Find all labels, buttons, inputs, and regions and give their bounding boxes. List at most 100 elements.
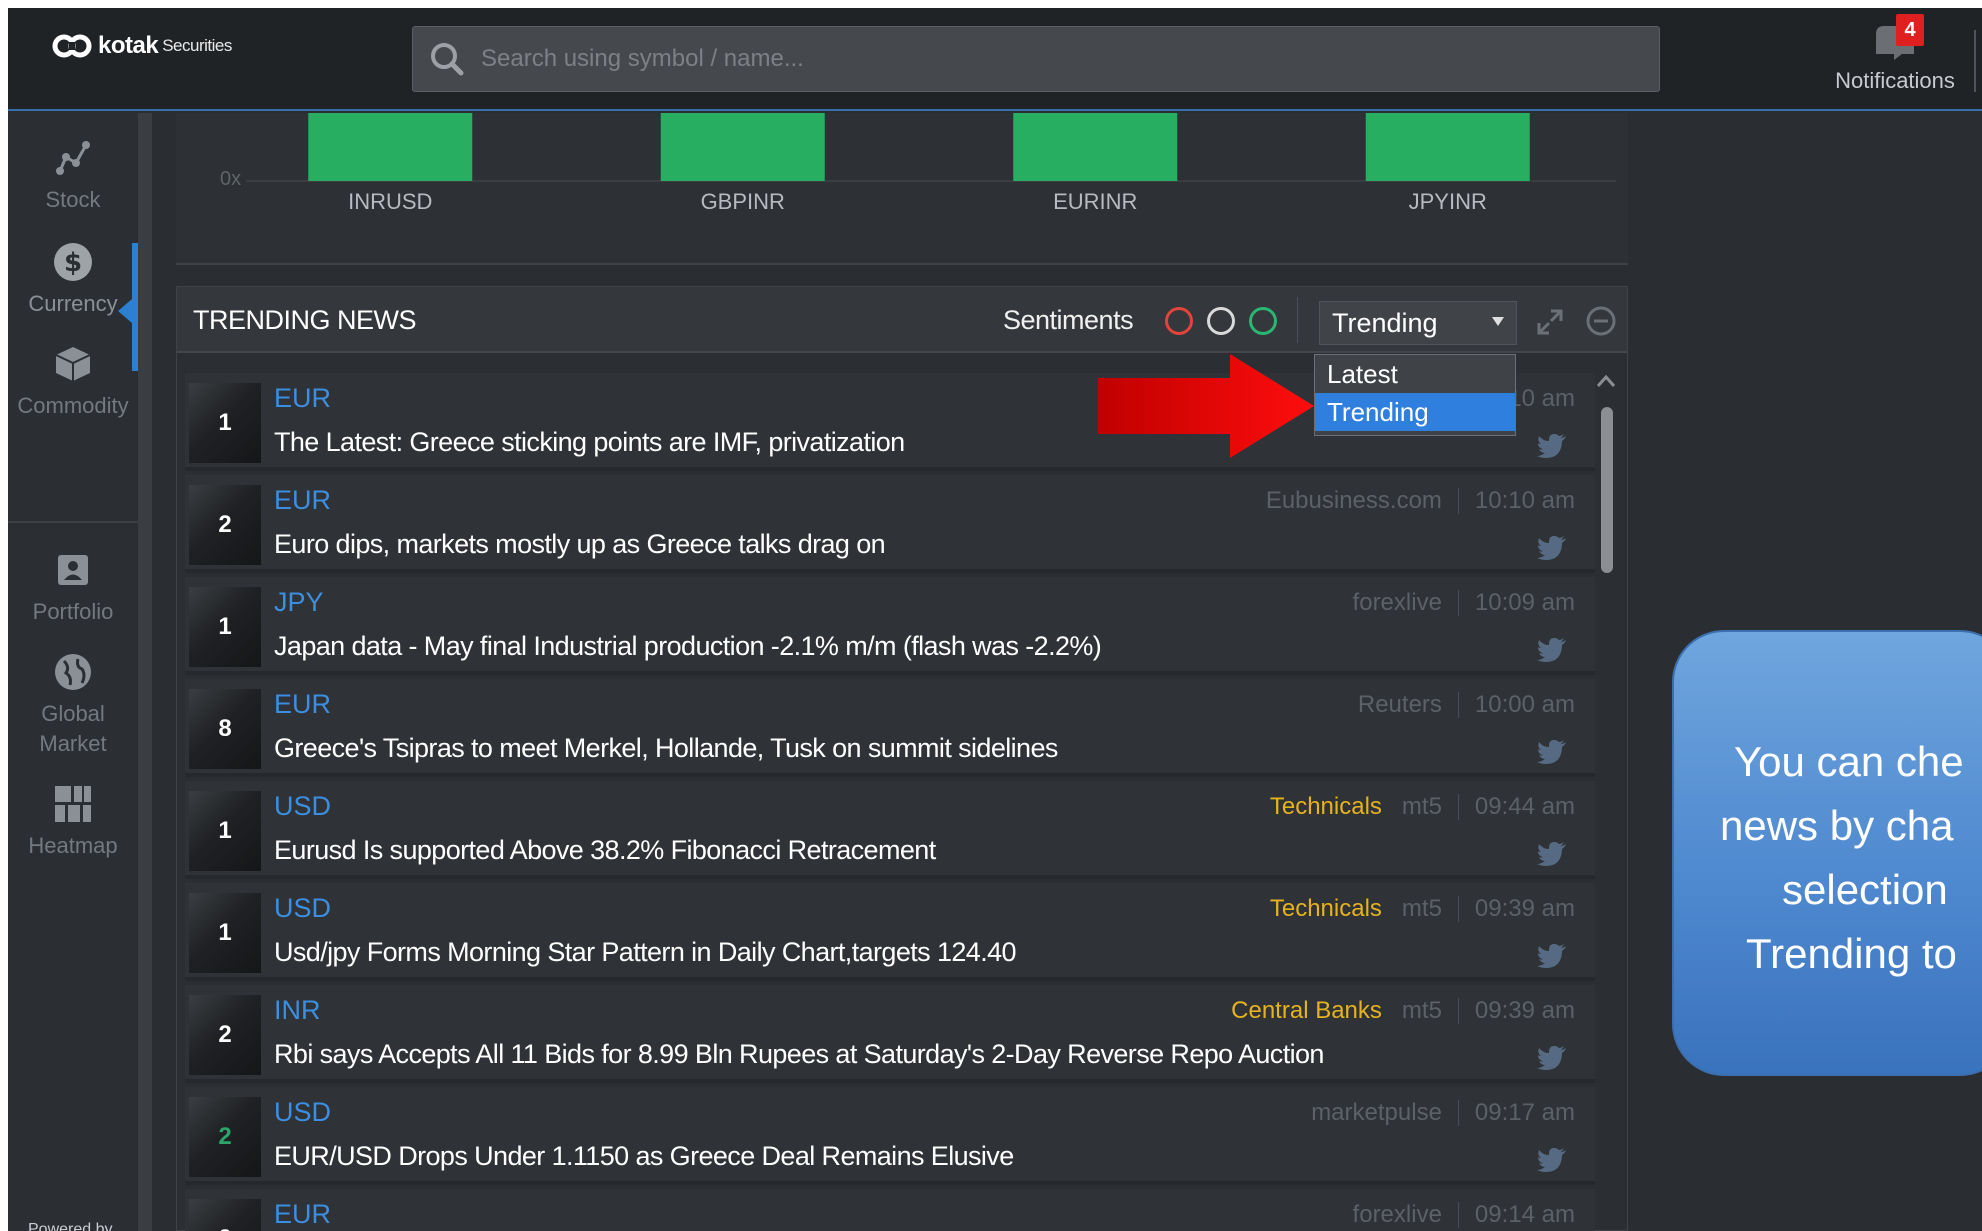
news-time: 09:39 am: [1474, 895, 1575, 922]
sentiment-positive-toggle[interactable]: [1249, 307, 1277, 335]
twitter-icon[interactable]: [1537, 433, 1567, 459]
news-rank-badge: 2: [189, 485, 261, 565]
twitter-icon[interactable]: [1537, 535, 1567, 561]
chart-bar-jpyinr[interactable]: [1365, 113, 1530, 181]
sidebar-item-commodity[interactable]: Commodity: [8, 343, 138, 421]
callout-line: selection: [1782, 866, 1948, 913]
news-source: forexlive: [1352, 1201, 1442, 1228]
news-currency-link[interactable]: JPY: [274, 587, 324, 618]
news-meta: marketpulse 09:17 am: [1311, 1099, 1575, 1127]
notifications-label: Notifications: [1835, 68, 1955, 93]
meta-divider: [1457, 794, 1459, 820]
twitter-icon[interactable]: [1537, 1147, 1567, 1173]
news-headline[interactable]: Usd/jpy Forms Morning Star Pattern in Da…: [274, 937, 1017, 968]
search-input[interactable]: [481, 45, 1659, 73]
callout-line: You can che: [1734, 738, 1964, 785]
twitter-icon[interactable]: [1537, 841, 1567, 867]
sentiments-label: Sentiments: [1003, 305, 1134, 335]
chart-bar-inrusd[interactable]: [308, 113, 473, 181]
scroll-up-icon[interactable]: [1595, 373, 1617, 389]
minimize-icon[interactable]: [1585, 305, 1617, 337]
news-headline[interactable]: EUR/USD Drops Under 1.1150 as Greece Dea…: [274, 1141, 1014, 1172]
news-currency-link[interactable]: INR: [274, 995, 321, 1026]
sentiment-negative-toggle[interactable]: [1165, 307, 1193, 335]
red-arrow-annotation-icon: [1098, 354, 1314, 458]
sidebar-item-portfolio[interactable]: Portfolio: [8, 549, 138, 627]
news-currency-link[interactable]: EUR: [274, 689, 331, 720]
brand-logo[interactable]: kotak Securities: [52, 32, 232, 60]
sidebar-item-stock[interactable]: Stock: [8, 137, 138, 215]
news-rank-badge: 1: [189, 587, 261, 667]
notification-bell-icon: 4: [1872, 14, 1924, 62]
globe-icon: [55, 654, 91, 690]
news-filter-dropdown: Latest Trending: [1314, 354, 1516, 436]
news-currency-link[interactable]: USD: [274, 1097, 331, 1128]
brand-name: kotak: [98, 32, 159, 59]
news-headline[interactable]: The Latest: Greece sticking points are I…: [274, 427, 905, 458]
news-headline[interactable]: Japan data - May final Industrial produc…: [274, 631, 1102, 662]
sentiment-neutral-toggle[interactable]: [1207, 307, 1235, 335]
twitter-icon[interactable]: [1537, 1045, 1567, 1071]
twitter-icon[interactable]: [1537, 739, 1567, 765]
notifications-button[interactable]: 4 Notifications: [1810, 14, 1980, 106]
news-meta: Reuters 10:00 am: [1358, 691, 1575, 719]
news-headline[interactable]: Euro dips, markets mostly up as Greece t…: [274, 529, 886, 560]
filter-option-latest[interactable]: Latest: [1315, 355, 1515, 393]
news-currency-link[interactable]: USD: [274, 791, 331, 822]
search-icon[interactable]: [425, 37, 469, 81]
news-currency-link[interactable]: USD: [274, 893, 331, 924]
news-category-tag: Central Banks: [1231, 997, 1382, 1024]
news-header: TRENDING NEWS Sentiments Trending: [177, 287, 1627, 353]
news-item[interactable]: 1 USD Usd/jpy Forms Morning Star Pattern i…: [185, 883, 1595, 981]
news-headline[interactable]: Greece's Tsipras to meet Merkel, Holland…: [274, 733, 1058, 764]
news-currency-link[interactable]: EUR: [274, 383, 331, 414]
news-item[interactable]: 1 JPY Japan data - May final Industrial pr…: [185, 577, 1595, 675]
news-item[interactable]: 2 USD EUR/USD Drops Under 1.1150 as Greece…: [185, 1087, 1595, 1185]
news-headline[interactable]: Eurusd Is supported Above 38.2% Fibonacc…: [274, 835, 936, 866]
sidebar: Stock $ Currency Commodity Portfolio Glo…: [8, 113, 138, 1231]
news-source: Reuters: [1357, 691, 1442, 718]
sidebar-item-label: Commodity: [17, 393, 129, 418]
news-headline[interactable]: Rbi says Accepts All 11 Bids for 8.99 Bl…: [274, 1039, 1324, 1070]
kotak-logo-icon: [52, 34, 92, 58]
y-axis-tick-label: 0x: [220, 168, 241, 190]
news-time: 09:39 am: [1474, 997, 1575, 1024]
news-item[interactable]: 8 EUR Greece's Tsipras to meet Merkel, Hol…: [185, 679, 1595, 777]
sidebar-item-label: Currency: [28, 291, 118, 316]
powered-by-label: Powered by: [28, 1221, 113, 1231]
sidebar-item-global-market[interactable]: Global Market: [8, 651, 138, 759]
twitter-icon[interactable]: [1537, 637, 1567, 663]
meta-divider: [1457, 488, 1459, 514]
news-item[interactable]: 2 INR Rbi says Accepts All 11 Bids for 8.9…: [185, 985, 1595, 1083]
news-filter-select[interactable]: Trending: [1319, 301, 1517, 345]
meta-divider: [1457, 692, 1459, 718]
news-filter-value: Trending: [1332, 308, 1438, 338]
news-category-tag: Technicals: [1269, 793, 1382, 820]
callout-line: Trending to: [1746, 930, 1957, 977]
chevron-down-icon: [1492, 317, 1504, 326]
scrollbar-thumb[interactable]: [1601, 407, 1613, 573]
news-time: 09:17 am: [1474, 1099, 1575, 1126]
chart-bar-gbpinr[interactable]: [660, 113, 825, 181]
news-source: mt5: [1401, 997, 1442, 1024]
news-rank-badge: 1: [189, 383, 261, 463]
notification-count-badge: 4: [1896, 14, 1924, 46]
news-meta: Technicals mt5 09:44 am: [1270, 793, 1575, 821]
news-item[interactable]: 2 EUR forexlive 09:14 am: [185, 1189, 1595, 1231]
news-source: mt5: [1401, 895, 1442, 922]
news-rank-badge: 1: [189, 791, 261, 871]
news-currency-link[interactable]: EUR: [274, 485, 331, 516]
sidebar-item-label: Global: [41, 701, 105, 726]
news-item[interactable]: 1 USD Eurusd Is supported Above 38.2% Fibo…: [185, 781, 1595, 879]
expand-icon[interactable]: [1535, 307, 1565, 337]
news-source: forexlive: [1352, 589, 1442, 616]
news-item[interactable]: 2 EUR Euro dips, markets mostly up as Gree…: [185, 475, 1595, 573]
filter-option-trending[interactable]: Trending: [1315, 393, 1515, 431]
sidebar-item-heatmap[interactable]: Heatmap: [8, 783, 138, 861]
news-currency-link[interactable]: EUR: [274, 1199, 331, 1230]
portfolio-icon: [58, 555, 88, 585]
twitter-icon[interactable]: [1537, 943, 1567, 969]
chart-bar-eurinr[interactable]: [1013, 113, 1178, 181]
news-time: 10:10 am: [1474, 487, 1575, 514]
meta-divider: [1457, 1100, 1459, 1126]
